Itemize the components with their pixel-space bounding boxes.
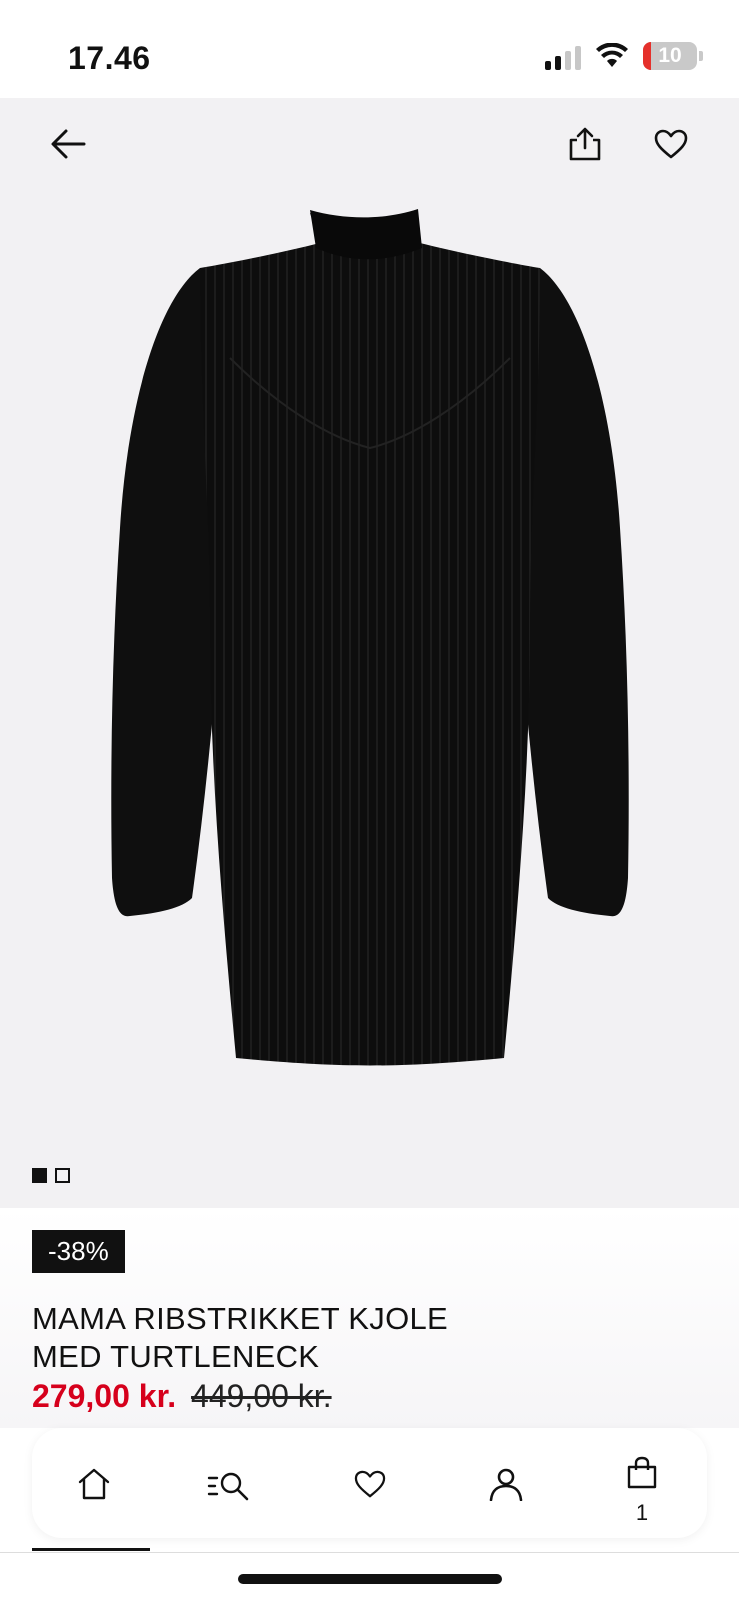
home-indicator[interactable] xyxy=(238,1574,502,1584)
status-icons: 10 xyxy=(545,42,703,70)
heart-icon xyxy=(354,1470,386,1498)
status-bar: 17.46 10 xyxy=(0,0,739,98)
nav-bag[interactable]: 1 xyxy=(614,1456,670,1525)
share-button[interactable] xyxy=(561,120,609,168)
price-original: 449,00 kr. xyxy=(191,1378,332,1414)
pager-dot-active[interactable] xyxy=(32,1168,47,1183)
battery-icon: 10 xyxy=(643,42,697,70)
image-pager[interactable] xyxy=(32,1168,70,1183)
product-title-line1: MAMA RIBSTRIKKET KJOLE xyxy=(32,1301,449,1336)
product-photo xyxy=(111,209,629,1066)
pager-dot[interactable] xyxy=(55,1168,70,1183)
home-icon xyxy=(78,1468,110,1500)
signal-icon xyxy=(545,42,581,70)
nav-account[interactable] xyxy=(478,1456,534,1512)
price-current: 279,00 kr. xyxy=(32,1378,177,1414)
battery-level: 10 xyxy=(658,44,682,67)
account-icon xyxy=(489,1468,523,1501)
arrow-left-icon xyxy=(51,129,86,159)
divider xyxy=(0,1552,739,1553)
status-time: 17.46 xyxy=(68,40,151,76)
wifi-icon xyxy=(596,43,628,67)
product-title-line2: MED TURTLENECK xyxy=(32,1339,320,1374)
product-title: MAMA RIBSTRIKKET KJOLE MED TURTLENECK xyxy=(32,1300,512,1376)
discount-badge: -38% xyxy=(32,1230,125,1273)
nav-search[interactable] xyxy=(202,1456,258,1512)
product-info: -38% MAMA RIBSTRIKKET KJOLE MED TURTLENE… xyxy=(0,1208,739,1428)
back-button[interactable] xyxy=(44,120,92,168)
product-price: 279,00 kr. 449,00 kr. xyxy=(32,1378,332,1415)
bag-count-badge: 1 xyxy=(635,1500,649,1525)
bag-icon xyxy=(627,1456,657,1489)
favorite-button[interactable] xyxy=(647,120,695,168)
product-image-gallery[interactable] xyxy=(0,98,739,1208)
nav-favorites[interactable] xyxy=(342,1456,398,1512)
bottom-nav: 1 xyxy=(32,1428,707,1538)
share-icon xyxy=(569,127,601,161)
search-icon xyxy=(207,1472,249,1501)
nav-home[interactable] xyxy=(66,1456,122,1512)
heart-icon xyxy=(654,129,688,159)
peek-tab xyxy=(32,1548,150,1551)
